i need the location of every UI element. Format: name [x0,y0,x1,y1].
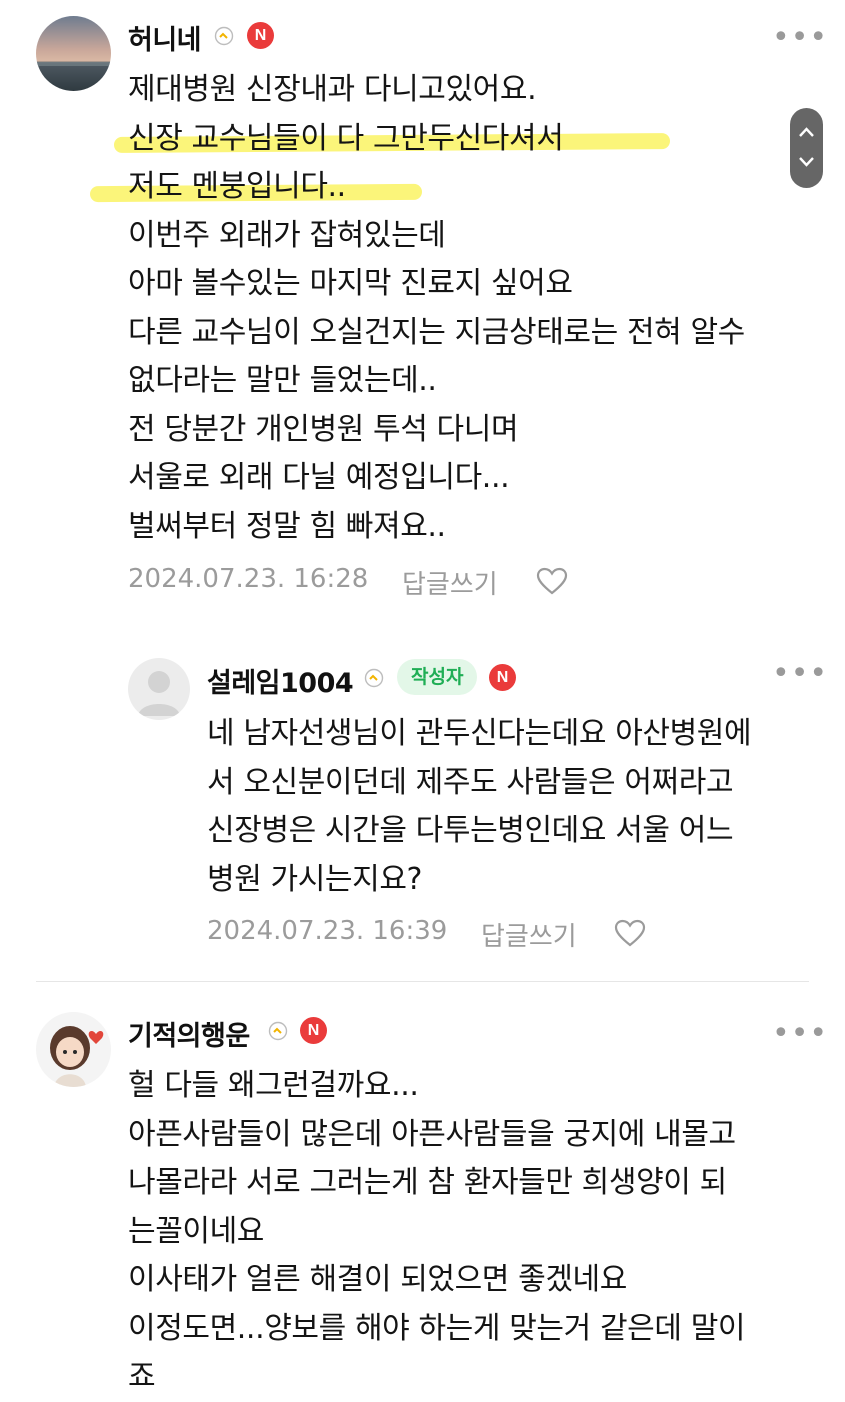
comment-line: 서 오신분이던데 제주도 사람들은 어쩌라고 [207,764,734,800]
comment-body: 제대병원 신장내과 다니고있어요. 신장 교수님들이 다 그만두신다셔서 저도 … [89,66,745,551]
reply-button[interactable]: 답글쓰기 [481,916,577,953]
grade-badge-icon [268,1021,288,1041]
comment-line: 신장 교수님들이 다 그만두신다셔서 [113,115,745,164]
comment-item: 허니네 N ••• 제대병원 신장내과 다니고있어요. 신장 교수님들이 다 그… [0,0,845,610]
comment-line: 벌써부터 정말 힘 빠져요.. [128,508,446,544]
author-name[interactable]: 허니네 [128,18,202,57]
comment-divider [36,981,809,982]
comment-body: 네 남자선생님이 관두신다는데요 아산병원에 서 오신분이던데 제주도 사람들은… [207,710,752,904]
heart-icon[interactable] [536,567,568,595]
comment-line: 는꼴이네요 [128,1213,264,1249]
comment-line: 전 당분간 개인병원 투석 다니며 [128,411,519,447]
more-options-button[interactable]: ••• [772,659,828,689]
grade-badge-icon [214,26,234,46]
comment-line: 다른 교수님이 오실건지는 지금상태로는 전혀 알수 [128,314,745,350]
author-name[interactable]: 기적의행운 [128,1014,250,1053]
comment-line: 죠 [128,1359,156,1394]
comment-item: 기적의행운 N ••• 헐 다들 왜그런걸까요... 아픈사람들이 많은데 아픈… [0,1000,845,1400]
comment-line: 이번주 외래가 잡혀있는데 [128,217,446,253]
more-options-button[interactable]: ••• [772,1019,828,1049]
avatar[interactable] [36,1012,111,1087]
author-name[interactable]: 설레임1004 [207,661,354,700]
heart-icon[interactable] [614,919,646,947]
comment-line: 없다라는 말만 들었는데.. [128,363,437,398]
new-badge: N [489,664,516,691]
avatar[interactable] [36,16,111,91]
comment-line: 저도 멘붕입니다.. [89,163,745,212]
comment-line: 아마 볼수있는 마지막 진료지 싶어요 [128,266,573,301]
comment-timestamp: 2024.07.23. 16:39 [207,916,448,946]
comment-line: 신장병은 시간을 다투는병인데요 서울 어느 [207,813,734,848]
comment-line: 헐 다들 왜그런걸까요... [128,1068,419,1103]
comment-line: 나몰라라 서로 그러는게 참 환자들만 희생양이 되 [128,1165,727,1200]
comment-line: 네 남자선생님이 관두신다는데요 아산병원에 [207,716,752,751]
comment-timestamp: 2024.07.23. 16:28 [128,564,369,594]
grade-badge-icon [364,668,384,688]
comment-line: 병원 가시는지요? [207,861,423,897]
reply-item: 설레임1004 작성자 N ••• 네 남자선생님이 관두신다는데요 아산병원에… [0,640,845,970]
comment-line: 아픈사람들이 많은데 아픈사람들을 궁지에 내몰고 [128,1116,736,1152]
comment-line: 이정도면...양보를 해야 하는게 맞는거 같은데 말이 [128,1310,746,1346]
new-badge: N [247,22,274,49]
new-badge: N [300,1017,327,1044]
more-options-button[interactable]: ••• [772,23,828,53]
avatar[interactable] [128,658,190,720]
reply-button[interactable]: 답글쓰기 [402,564,498,601]
comment-line: 제대병원 신장내과 다니고있어요. [128,72,537,107]
comment-line: 서울로 외래 다닐 예정입니다... [128,460,510,495]
comment-line: 이사태가 얼른 해결이 되었으면 좋겠네요 [128,1262,627,1297]
author-tag: 작성자 [397,659,478,695]
comment-body: 헐 다들 왜그런걸까요... 아픈사람들이 많은데 아픈사람들을 궁지에 내몰고… [128,1062,745,1402]
